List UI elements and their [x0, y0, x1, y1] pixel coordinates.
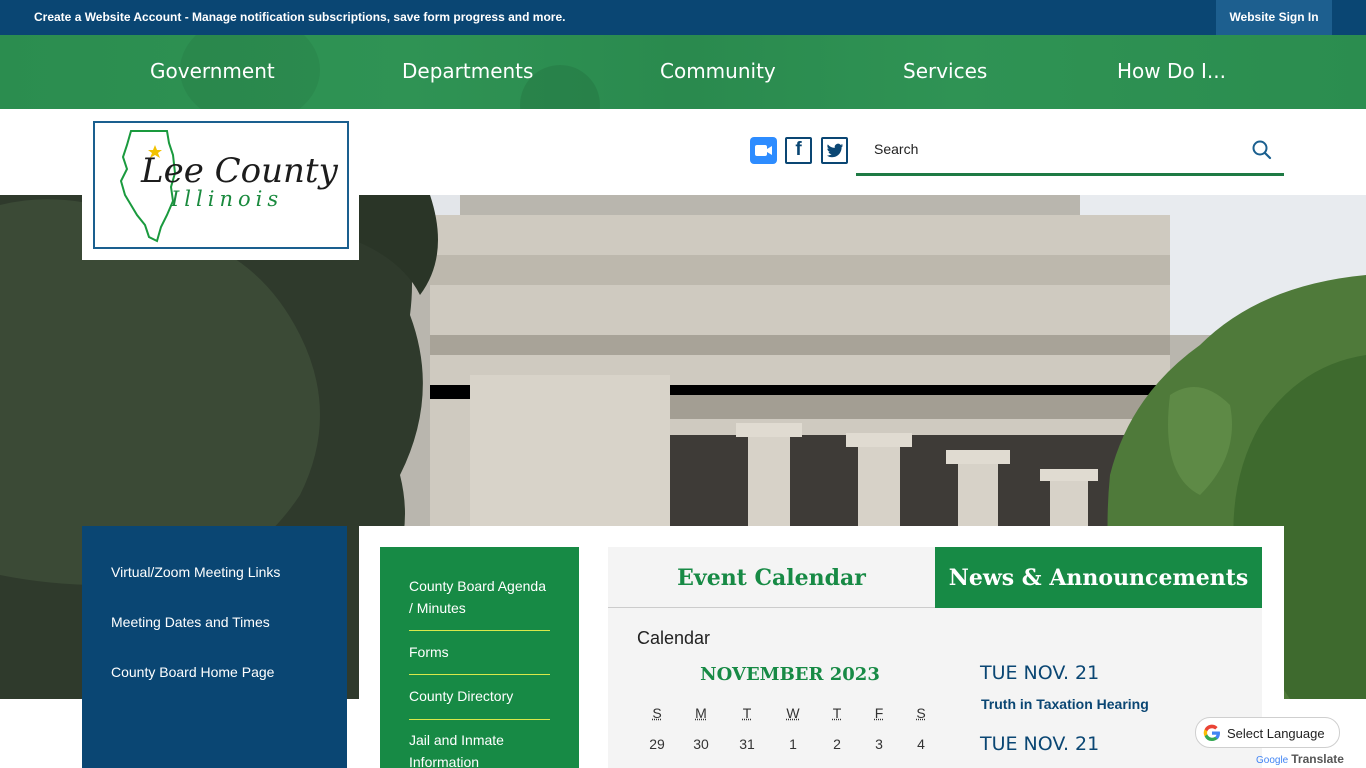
google-translate-credit: Google Translate	[1256, 752, 1344, 766]
calendar-day[interactable]: 2	[822, 736, 852, 752]
zoom-link[interactable]	[750, 137, 777, 164]
calendar-dow: F	[874, 705, 884, 721]
link-jail-inmate-info[interactable]: Jail and Inmate Information	[409, 729, 550, 768]
logo-frame: Lee County Illinois	[93, 121, 349, 249]
tabs-panel: Event Calendar News & Announcements Cale…	[608, 547, 1262, 768]
language-select-label: Select Language	[1227, 726, 1325, 741]
zoom-icon	[755, 145, 772, 156]
calendar-dow: S	[652, 705, 662, 721]
board-links-panel: County Board Agenda / Minutes Forms Coun…	[380, 547, 579, 768]
twitter-icon	[826, 143, 844, 158]
divider	[409, 674, 550, 675]
event-date: TUE NOV. 21	[980, 733, 1100, 755]
calendar-dow: S	[916, 705, 926, 721]
nav-item-government[interactable]: Government	[150, 59, 275, 83]
facebook-icon: f	[795, 139, 802, 160]
calendar-day[interactable]: 4	[906, 736, 936, 752]
tab-event-calendar-label: Event Calendar	[677, 565, 866, 591]
google-wordmark: Google	[1256, 755, 1289, 766]
calendar-dow: W	[786, 705, 800, 721]
main-nav: Government Departments Community Service…	[0, 35, 1366, 109]
calendar-day[interactable]: 3	[864, 736, 894, 752]
site-logo[interactable]: Lee County Illinois	[82, 109, 359, 260]
language-select[interactable]: Select Language	[1195, 717, 1340, 748]
quick-link-meeting-dates[interactable]: Meeting Dates and Times	[111, 614, 270, 630]
calendar-heading: Calendar	[637, 628, 711, 648]
nav-item-services[interactable]: Services	[903, 59, 987, 83]
divider	[409, 630, 550, 631]
logo-title: Lee County	[141, 151, 338, 191]
divider	[409, 719, 550, 720]
search-icon[interactable]	[1250, 138, 1274, 162]
utility-bar: Create a Website Account - Manage notifi…	[0, 0, 1366, 35]
search-input[interactable]	[874, 137, 1234, 161]
calendar-dow: M	[695, 705, 707, 721]
calendar-day[interactable]: 1	[778, 736, 808, 752]
quick-links-panel: Virtual/Zoom Meeting Links Meeting Dates…	[82, 526, 347, 768]
link-county-directory[interactable]: County Directory	[409, 685, 550, 707]
event-date: TUE NOV. 21	[980, 662, 1100, 684]
tab-event-calendar[interactable]: Event Calendar	[608, 547, 935, 608]
calendar-dow: T	[832, 705, 842, 721]
google-g-icon	[1203, 724, 1220, 742]
account-message-text: - Manage notification subscriptions, sav…	[181, 10, 566, 24]
twitter-link[interactable]	[821, 137, 848, 164]
calendar-day[interactable]: 29	[642, 736, 672, 752]
create-account-link[interactable]: Create a Website Account	[34, 10, 181, 24]
calendar-month: NOVEMBER 2023	[700, 664, 880, 685]
account-message: Create a Website Account - Manage notifi…	[34, 10, 565, 24]
nav-item-how-do-i[interactable]: How Do I...	[1117, 59, 1226, 83]
facebook-link[interactable]: f	[785, 137, 812, 164]
calendar-day[interactable]: 30	[686, 736, 716, 752]
search-bar	[856, 128, 1284, 176]
link-agenda-minutes[interactable]: County Board Agenda / Minutes	[409, 575, 550, 619]
nav-item-community[interactable]: Community	[660, 59, 776, 83]
sign-in-button[interactable]: Website Sign In	[1216, 0, 1332, 35]
quick-link-county-board-home[interactable]: County Board Home Page	[111, 664, 274, 680]
calendar-day[interactable]: 31	[732, 736, 762, 752]
event-title[interactable]: Truth in Taxation Hearing	[981, 696, 1149, 712]
calendar-dow: T	[742, 705, 752, 721]
tab-news-announcements[interactable]: News & Announcements	[935, 547, 1262, 608]
quick-link-zoom-meetings[interactable]: Virtual/Zoom Meeting Links	[111, 564, 280, 580]
nav-item-departments[interactable]: Departments	[402, 59, 533, 83]
tab-news-label: News & Announcements	[948, 565, 1249, 591]
logo-subtitle: Illinois	[171, 187, 284, 211]
translate-word: Translate	[1291, 752, 1344, 766]
link-forms[interactable]: Forms	[409, 641, 550, 663]
